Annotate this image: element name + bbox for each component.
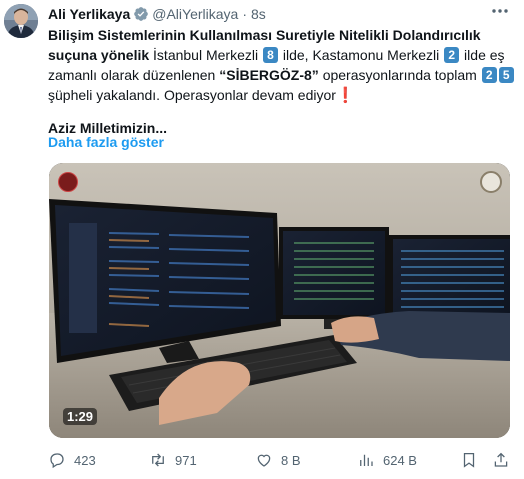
tweet: Ali Yerlikaya @AliYerlikaya · 8s Bilişim…: [0, 0, 524, 479]
text-part: operasyonlarında toplam: [318, 67, 481, 83]
share-button[interactable]: [492, 450, 518, 470]
operation-name: “SİBERGÖZ-8”: [219, 67, 319, 83]
bookmark-button[interactable]: [460, 450, 486, 470]
number-keycap: 8: [262, 47, 278, 63]
text-line-2: suçuna yönelik İstanbul Merkezli 8 ilde,…: [48, 45, 514, 65]
like-icon: [257, 454, 271, 467]
like-button[interactable]: 8 B: [255, 450, 301, 470]
text-part: zamanlı olarak düzenlenen: [48, 67, 220, 83]
exclamation-emoji: ❗: [335, 87, 355, 104]
monitor-right: [389, 235, 510, 323]
number-keycap: 2: [481, 67, 497, 83]
text-part: ilde, Kastamonu Merkezli: [278, 47, 444, 63]
text-part: şüpheli yakalandı. Operasyonlar devam ed…: [48, 87, 336, 103]
author-handle[interactable]: @AliYerlikaya: [152, 6, 238, 22]
video-thumbnail: [49, 163, 510, 438]
text-part: ilde eş: [460, 47, 505, 63]
text-line-4: şüpheli yakalandı. Operasyonlar devam ed…: [48, 85, 514, 106]
text-part: İstanbul Merkezli: [149, 47, 262, 63]
reply-icon: [50, 453, 64, 469]
text-line-3: zamanlı olarak düzenlenen “SİBERGÖZ-8” o…: [48, 65, 514, 85]
avatar[interactable]: [4, 4, 38, 38]
post-text: Bilişim Sistemlerinin Kullanılması Suret…: [48, 25, 514, 106]
number-keycap: 2: [444, 47, 460, 63]
number-keycap: 5: [498, 67, 514, 83]
repost-count: 971: [175, 452, 197, 468]
action-bar: 423 971 8 B 624 B: [48, 450, 514, 470]
monitor-middle: [279, 227, 389, 329]
bookmark-icon: [463, 452, 475, 468]
views-icon: [360, 454, 373, 466]
police-emblem-icon: [58, 172, 78, 192]
video-player[interactable]: 1:29: [49, 163, 510, 438]
more-icon[interactable]: [490, 3, 510, 19]
show-more-link[interactable]: Daha fazla göster: [48, 134, 164, 150]
ministry-emblem-icon: [480, 171, 502, 193]
reply-count: 423: [74, 452, 96, 468]
verified-icon: [133, 6, 149, 22]
views-button[interactable]: 624 B: [357, 450, 417, 470]
like-count: 8 B: [281, 452, 301, 468]
post-header: Ali Yerlikaya @AliYerlikaya · 8s: [48, 5, 266, 23]
text-line-1: Bilişim Sistemlerinin Kullanılması Suret…: [48, 27, 481, 43]
text-bold: suçuna yönelik: [48, 47, 150, 63]
share-icon: [494, 452, 508, 467]
reply-button[interactable]: 423: [48, 450, 96, 470]
post-time[interactable]: 8s: [251, 6, 266, 22]
repost-icon: [152, 453, 164, 467]
views-count: 624 B: [383, 452, 417, 468]
separator-dot: ·: [242, 6, 247, 22]
repost-button[interactable]: 971: [149, 450, 197, 470]
video-duration: 1:29: [63, 408, 98, 425]
author-name[interactable]: Ali Yerlikaya: [48, 6, 130, 22]
